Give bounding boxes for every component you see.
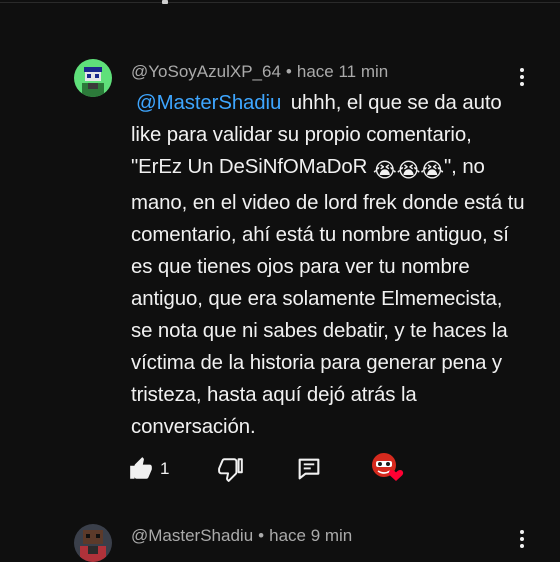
avatar[interactable]	[74, 524, 112, 562]
reply-comment-icon	[298, 458, 320, 480]
reply-button[interactable]	[295, 454, 323, 484]
comment-meta: @MasterShadiu • hace 9 min	[131, 526, 352, 546]
creator-heart-icon	[372, 453, 404, 481]
author-name[interactable]: @MasterShadiu	[131, 526, 253, 545]
avatar-image	[74, 59, 112, 97]
scroll-marker	[162, 0, 168, 4]
creator-heart-badge[interactable]	[370, 452, 404, 482]
top-divider	[0, 0, 560, 6]
comment-timestamp[interactable]: hace 9 min	[269, 526, 352, 545]
meta-separator: •	[285, 62, 292, 81]
like-button[interactable]: 1	[128, 454, 169, 484]
comment-actions: 1	[0, 452, 560, 484]
dislike-button[interactable]	[218, 454, 244, 484]
comment-text: @MasterShadiu uhhh, el que se da auto li…	[131, 87, 526, 443]
divider-line	[0, 2, 560, 3]
meta-separator: •	[258, 526, 265, 545]
like-count: 1	[160, 459, 170, 478]
avatar-image	[74, 524, 112, 562]
thumbs-up-icon	[130, 457, 152, 479]
author-name[interactable]: @YoSoyAzulXP_64	[131, 62, 281, 81]
more-vert-icon[interactable]	[510, 526, 534, 552]
avatar[interactable]	[74, 59, 112, 97]
comment-text-part2: ", no mano, en el video de lord frek don…	[131, 156, 525, 438]
comment-timestamp[interactable]: hace 11 min	[297, 62, 388, 81]
thumbs-down-icon	[218, 458, 243, 482]
crying-emoji-icon: 😭😭😭	[372, 160, 445, 182]
comment-meta: @YoSoyAzulXP_64 • hace 11 min	[131, 62, 388, 82]
mention-link[interactable]: @MasterShadiu	[136, 92, 281, 114]
